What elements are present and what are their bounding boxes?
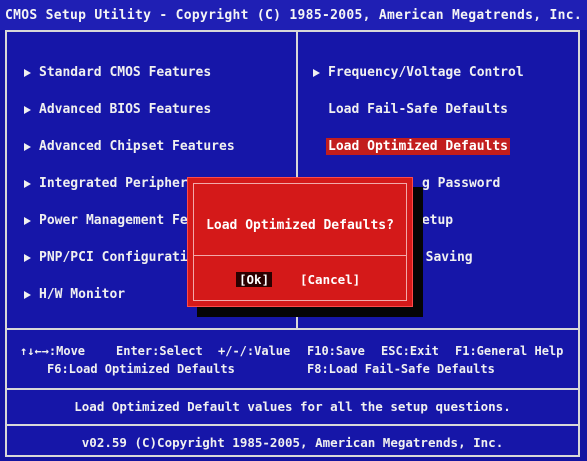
help-move: ↑↓←→:Move xyxy=(20,344,86,358)
dialog-message: Load Optimized Defaults? xyxy=(206,218,394,233)
menu-pnp-pci-configuration[interactable]: PNP/PCI Configuratio xyxy=(24,250,196,265)
dialog-separator xyxy=(194,255,406,256)
help-select: Enter:Select xyxy=(116,344,203,358)
menu-help-divider xyxy=(5,328,580,330)
menu-item-label: Load Fail-Safe Defaults xyxy=(328,102,509,117)
bios-screen: CMOS Setup Utility - Copyright (C) 1985-… xyxy=(0,0,587,461)
menu-power-management[interactable]: Power Management Fea xyxy=(24,213,196,228)
menu-advanced-chipset-features[interactable]: Advanced Chipset Features xyxy=(24,139,235,154)
menu-load-optimized-defaults[interactable]: Load Optimized Defaults xyxy=(326,138,511,155)
confirm-dialog: Load Optimized Defaults? [Ok] [Cancel] xyxy=(187,177,413,307)
help-exit: ESC:Exit xyxy=(381,344,439,358)
menu-item-label: PNP/PCI Configuratio xyxy=(39,250,196,265)
arrow-right-icon xyxy=(313,68,320,77)
menu-advanced-bios-features[interactable]: Advanced BIOS Features xyxy=(24,102,211,117)
arrow-right-icon xyxy=(24,290,31,299)
menu-set-password[interactable]: g Password xyxy=(422,176,500,191)
help-f8-fail-safe-defaults: F8:Load Fail-Safe Defaults xyxy=(307,362,495,376)
menu-frequency-voltage-control[interactable]: Frequency/Voltage Control xyxy=(313,65,524,80)
arrow-right-icon xyxy=(24,142,31,151)
help-f6-optimized-defaults: F6:Load Optimized Defaults xyxy=(47,362,235,376)
help-save: F10:Save xyxy=(307,344,365,358)
title-bar: CMOS Setup Utility - Copyright (C) 1985-… xyxy=(0,0,587,30)
status-description: Load Optimized Default values for all th… xyxy=(74,399,511,414)
arrow-right-icon xyxy=(24,179,31,188)
ok-button[interactable]: [Ok] xyxy=(236,272,273,287)
cancel-button[interactable]: [Cancel] xyxy=(300,272,360,287)
menu-standard-cmos-features[interactable]: Standard CMOS Features xyxy=(24,65,211,80)
help-status-divider xyxy=(5,388,580,390)
menu-item-label: Advanced BIOS Features xyxy=(39,102,212,117)
arrow-right-icon xyxy=(24,68,31,77)
arrow-right-icon xyxy=(24,253,31,262)
arrow-right-icon xyxy=(24,216,31,225)
menu-item-label: Advanced Chipset Features xyxy=(39,139,235,154)
menu-load-fail-safe-defaults[interactable]: Load Fail-Safe Defaults xyxy=(328,102,508,117)
menu-item-label-selected: Load Optimized Defaults xyxy=(326,138,511,155)
menu-item-label: g Password xyxy=(422,176,501,191)
menu-integrated-peripherals[interactable]: Integrated Periphera xyxy=(24,176,196,191)
menu-item-label: Power Management Fea xyxy=(39,213,196,228)
footer-version: v02.59 (C)Copyright 1985-2005, American … xyxy=(81,435,504,450)
status-footer-divider xyxy=(5,424,580,426)
help-value: +/-/:Value xyxy=(218,344,291,358)
help-general-help: F1:General Help xyxy=(455,344,564,358)
menu-hw-monitor[interactable]: H/W Monitor xyxy=(24,287,125,302)
menu-item-label: Standard CMOS Features xyxy=(39,65,212,80)
arrow-right-icon xyxy=(24,105,31,114)
menu-item-label: Integrated Periphera xyxy=(39,176,196,191)
menu-item-label: Frequency/Voltage Control xyxy=(328,65,524,80)
dialog-inner-border: Load Optimized Defaults? [Ok] [Cancel] xyxy=(193,183,407,301)
menu-item-label: H/W Monitor xyxy=(39,287,126,302)
